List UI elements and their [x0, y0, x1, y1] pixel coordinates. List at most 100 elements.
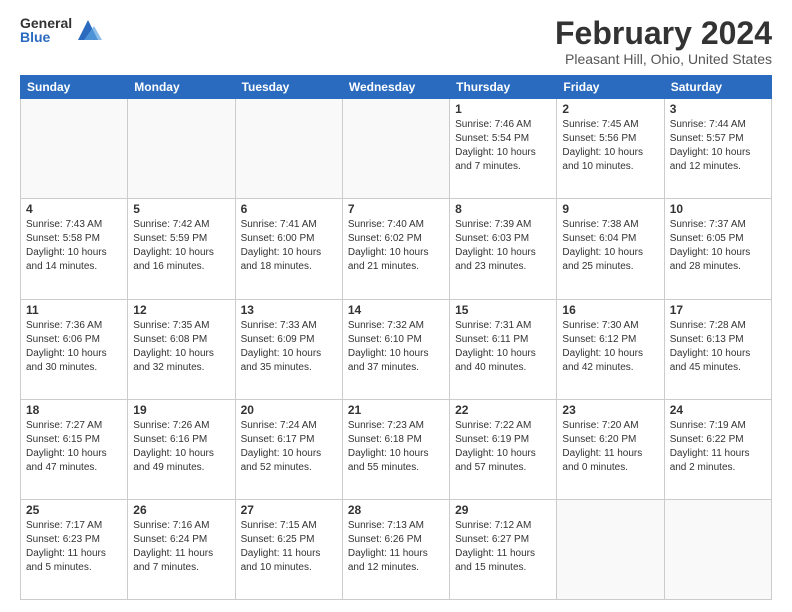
logo-blue-text: Blue	[20, 30, 72, 44]
day-info: Sunrise: 7:43 AM Sunset: 5:58 PM Dayligh…	[26, 218, 122, 274]
day-number: 11	[26, 303, 122, 317]
calendar-cell	[21, 99, 128, 199]
day-number: 1	[455, 102, 551, 116]
day-info: Sunrise: 7:35 AM Sunset: 6:08 PM Dayligh…	[133, 319, 229, 375]
calendar-table: Sunday Monday Tuesday Wednesday Thursday…	[20, 75, 772, 600]
col-sunday: Sunday	[21, 76, 128, 99]
day-number: 22	[455, 403, 551, 417]
col-friday: Friday	[557, 76, 664, 99]
day-number: 18	[26, 403, 122, 417]
calendar-cell	[557, 499, 664, 599]
col-monday: Monday	[128, 76, 235, 99]
day-number: 29	[455, 503, 551, 517]
day-info: Sunrise: 7:31 AM Sunset: 6:11 PM Dayligh…	[455, 319, 551, 375]
day-info: Sunrise: 7:22 AM Sunset: 6:19 PM Dayligh…	[455, 419, 551, 475]
day-info: Sunrise: 7:12 AM Sunset: 6:27 PM Dayligh…	[455, 519, 551, 575]
day-info: Sunrise: 7:15 AM Sunset: 6:25 PM Dayligh…	[241, 519, 337, 575]
day-number: 26	[133, 503, 229, 517]
calendar-cell	[235, 99, 342, 199]
day-number: 12	[133, 303, 229, 317]
calendar-cell: 19 Sunrise: 7:26 AM Sunset: 6:16 PM Dayli…	[128, 399, 235, 499]
day-info: Sunrise: 7:41 AM Sunset: 6:00 PM Dayligh…	[241, 218, 337, 274]
calendar-cell: 11 Sunrise: 7:36 AM Sunset: 6:06 PM Dayli…	[21, 299, 128, 399]
calendar-cell	[664, 499, 771, 599]
day-info: Sunrise: 7:46 AM Sunset: 5:54 PM Dayligh…	[455, 118, 551, 174]
calendar-cell: 27 Sunrise: 7:15 AM Sunset: 6:25 PM Dayli…	[235, 499, 342, 599]
day-number: 13	[241, 303, 337, 317]
calendar-cell: 20 Sunrise: 7:24 AM Sunset: 6:17 PM Dayli…	[235, 399, 342, 499]
day-info: Sunrise: 7:27 AM Sunset: 6:15 PM Dayligh…	[26, 419, 122, 475]
day-info: Sunrise: 7:13 AM Sunset: 6:26 PM Dayligh…	[348, 519, 444, 575]
day-number: 2	[562, 102, 658, 116]
calendar-cell: 26 Sunrise: 7:16 AM Sunset: 6:24 PM Dayli…	[128, 499, 235, 599]
day-info: Sunrise: 7:28 AM Sunset: 6:13 PM Dayligh…	[670, 319, 766, 375]
col-saturday: Saturday	[664, 76, 771, 99]
day-info: Sunrise: 7:24 AM Sunset: 6:17 PM Dayligh…	[241, 419, 337, 475]
day-number: 14	[348, 303, 444, 317]
day-number: 6	[241, 202, 337, 216]
calendar-cell: 23Sunrise: 7:20 AM Sunset: 6:20 PM Dayli…	[557, 399, 664, 499]
day-info: Sunrise: 7:39 AM Sunset: 6:03 PM Dayligh…	[455, 218, 551, 274]
calendar-cell: 5Sunrise: 7:42 AM Sunset: 5:59 PM Daylig…	[128, 199, 235, 299]
day-info: Sunrise: 7:36 AM Sunset: 6:06 PM Dayligh…	[26, 319, 122, 375]
day-info: Sunrise: 7:45 AM Sunset: 5:56 PM Dayligh…	[562, 118, 658, 174]
calendar-cell	[128, 99, 235, 199]
calendar-cell	[342, 99, 449, 199]
calendar-cell: 29 Sunrise: 7:12 AM Sunset: 6:27 PM Dayli…	[450, 499, 557, 599]
logo-icon	[74, 16, 102, 44]
day-number: 3	[670, 102, 766, 116]
calendar-cell: 15 Sunrise: 7:31 AM Sunset: 6:11 PM Dayli…	[450, 299, 557, 399]
col-tuesday: Tuesday	[235, 76, 342, 99]
day-info: Sunrise: 7:38 AM Sunset: 6:04 PM Dayligh…	[562, 218, 658, 274]
day-number: 24	[670, 403, 766, 417]
day-number: 10	[670, 202, 766, 216]
calendar-header-row: Sunday Monday Tuesday Wednesday Thursday…	[21, 76, 772, 99]
calendar-cell: 21 Sunrise: 7:23 AM Sunset: 6:18 PM Dayli…	[342, 399, 449, 499]
day-info: Sunrise: 7:26 AM Sunset: 6:16 PM Dayligh…	[133, 419, 229, 475]
day-info: Sunrise: 7:32 AM Sunset: 6:10 PM Dayligh…	[348, 319, 444, 375]
logo-general-text: General	[20, 16, 72, 30]
calendar-cell: 4 Sunrise: 7:43 AM Sunset: 5:58 PM Daylig…	[21, 199, 128, 299]
calendar-week-row: 4 Sunrise: 7:43 AM Sunset: 5:58 PM Daylig…	[21, 199, 772, 299]
calendar-cell: 8 Sunrise: 7:39 AM Sunset: 6:03 PM Daylig…	[450, 199, 557, 299]
calendar-cell: 3Sunrise: 7:44 AM Sunset: 5:57 PM Daylig…	[664, 99, 771, 199]
day-info: Sunrise: 7:16 AM Sunset: 6:24 PM Dayligh…	[133, 519, 229, 575]
calendar-cell: 1 Sunrise: 7:46 AM Sunset: 5:54 PM Daylig…	[450, 99, 557, 199]
calendar-cell: 7Sunrise: 7:40 AM Sunset: 6:02 PM Daylig…	[342, 199, 449, 299]
day-info: Sunrise: 7:30 AM Sunset: 6:12 PM Dayligh…	[562, 319, 658, 375]
day-number: 21	[348, 403, 444, 417]
calendar-week-row: 1 Sunrise: 7:46 AM Sunset: 5:54 PM Daylig…	[21, 99, 772, 199]
calendar-week-row: 18 Sunrise: 7:27 AM Sunset: 6:15 PM Dayli…	[21, 399, 772, 499]
day-info: Sunrise: 7:20 AM Sunset: 6:20 PM Dayligh…	[562, 419, 658, 475]
day-info: Sunrise: 7:37 AM Sunset: 6:05 PM Dayligh…	[670, 218, 766, 274]
day-number: 15	[455, 303, 551, 317]
calendar-cell: 18 Sunrise: 7:27 AM Sunset: 6:15 PM Dayli…	[21, 399, 128, 499]
day-number: 8	[455, 202, 551, 216]
day-number: 20	[241, 403, 337, 417]
calendar-week-row: 11 Sunrise: 7:36 AM Sunset: 6:06 PM Dayli…	[21, 299, 772, 399]
day-info: Sunrise: 7:33 AM Sunset: 6:09 PM Dayligh…	[241, 319, 337, 375]
calendar-cell: 13 Sunrise: 7:33 AM Sunset: 6:09 PM Dayli…	[235, 299, 342, 399]
day-number: 27	[241, 503, 337, 517]
calendar-cell: 17 Sunrise: 7:28 AM Sunset: 6:13 PM Dayli…	[664, 299, 771, 399]
subtitle: Pleasant Hill, Ohio, United States	[555, 51, 772, 67]
day-number: 16	[562, 303, 658, 317]
day-info: Sunrise: 7:17 AM Sunset: 6:23 PM Dayligh…	[26, 519, 122, 575]
col-wednesday: Wednesday	[342, 76, 449, 99]
calendar-cell: 28 Sunrise: 7:13 AM Sunset: 6:26 PM Dayli…	[342, 499, 449, 599]
day-info: Sunrise: 7:40 AM Sunset: 6:02 PM Dayligh…	[348, 218, 444, 274]
day-number: 19	[133, 403, 229, 417]
calendar-cell: 25Sunrise: 7:17 AM Sunset: 6:23 PM Dayli…	[21, 499, 128, 599]
day-number: 17	[670, 303, 766, 317]
day-number: 28	[348, 503, 444, 517]
header: General Blue February 2024 Pleasant Hill…	[20, 16, 772, 67]
calendar-cell: 16 Sunrise: 7:30 AM Sunset: 6:12 PM Dayli…	[557, 299, 664, 399]
calendar-cell: 14 Sunrise: 7:32 AM Sunset: 6:10 PM Dayli…	[342, 299, 449, 399]
calendar-cell: 24Sunrise: 7:19 AM Sunset: 6:22 PM Dayli…	[664, 399, 771, 499]
day-number: 4	[26, 202, 122, 216]
calendar-cell: 22 Sunrise: 7:22 AM Sunset: 6:19 PM Dayli…	[450, 399, 557, 499]
day-info: Sunrise: 7:23 AM Sunset: 6:18 PM Dayligh…	[348, 419, 444, 475]
calendar-week-row: 25Sunrise: 7:17 AM Sunset: 6:23 PM Dayli…	[21, 499, 772, 599]
page: General Blue February 2024 Pleasant Hill…	[0, 0, 792, 612]
day-number: 9	[562, 202, 658, 216]
